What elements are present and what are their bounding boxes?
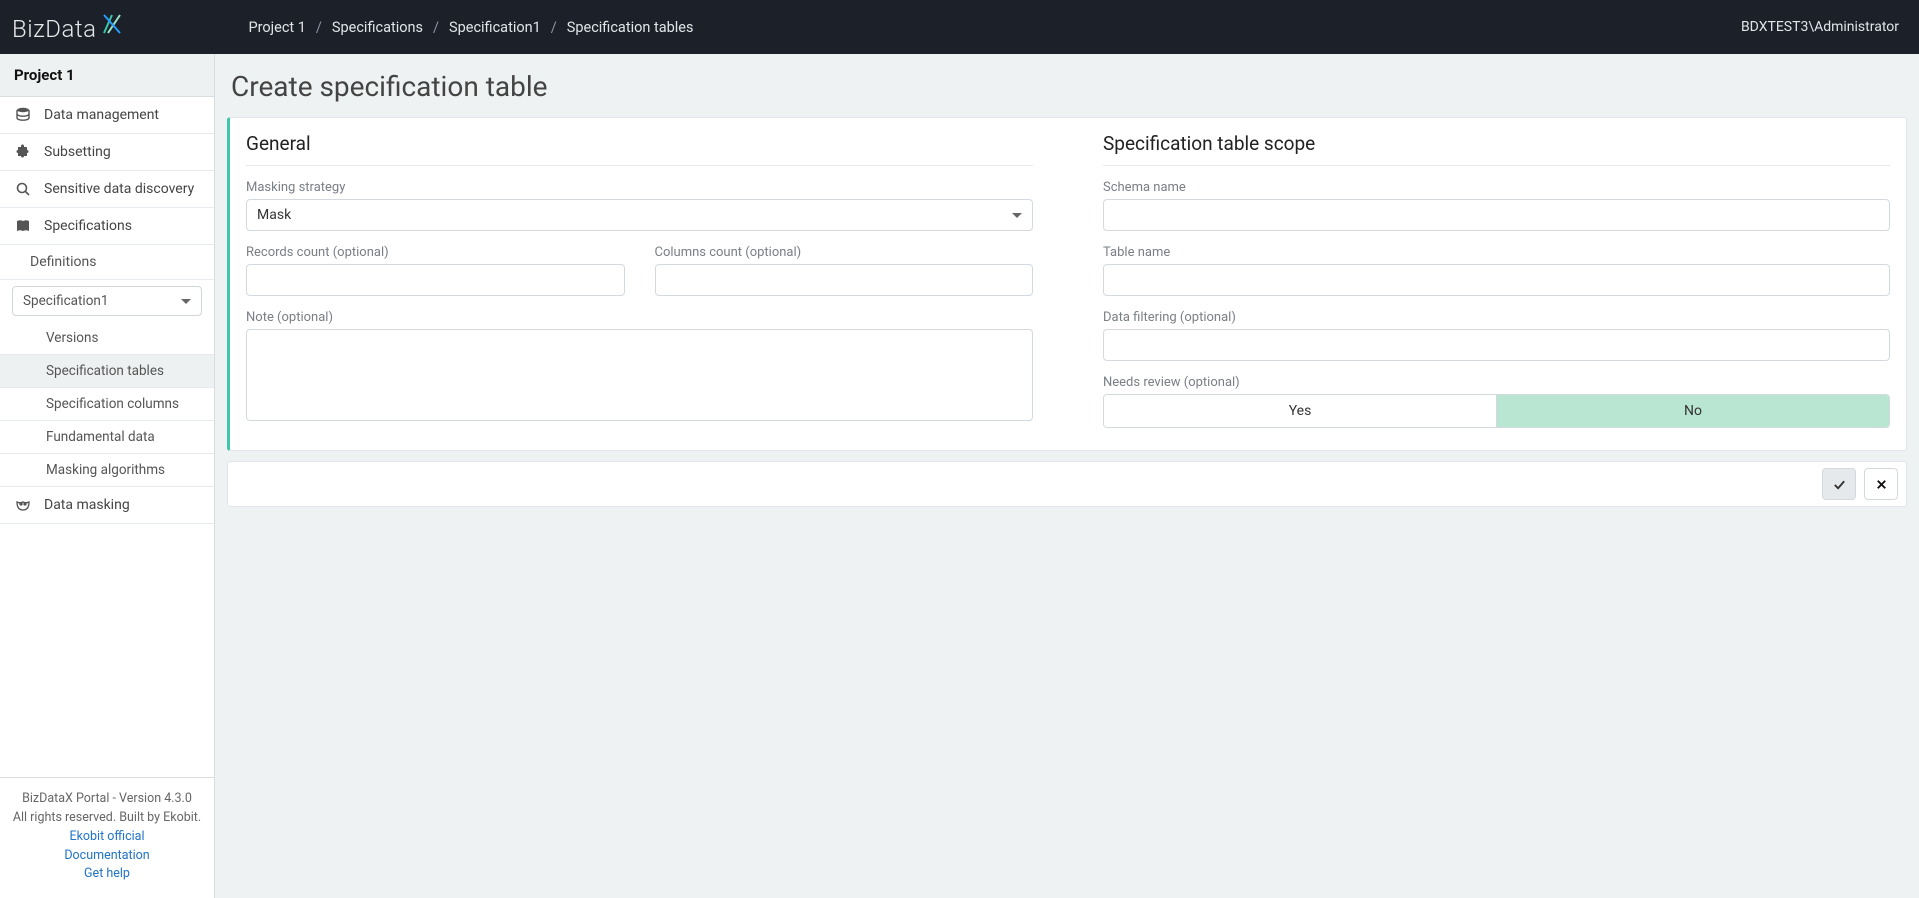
- section-general: General Masking strategy Mask Records co…: [246, 132, 1033, 428]
- data-filtering-input[interactable]: [1103, 329, 1890, 361]
- specification-select-value: Specification1: [23, 293, 108, 309]
- nav-sub-definitions[interactable]: Definitions: [0, 245, 214, 280]
- data-filtering-label: Data filtering (optional): [1103, 310, 1890, 325]
- nav-label: Specifications: [44, 218, 132, 234]
- masking-strategy-select[interactable]: Mask: [246, 199, 1033, 231]
- mask-icon: [14, 497, 32, 513]
- chevron-down-icon: [181, 299, 191, 304]
- form-panel: General Masking strategy Mask Records co…: [227, 117, 1907, 451]
- needs-review-yes[interactable]: Yes: [1104, 395, 1496, 427]
- specification-select[interactable]: Specification1: [12, 286, 202, 316]
- nav-label: Subsetting: [44, 144, 111, 160]
- breadcrumb-sep: /: [551, 19, 557, 36]
- breadcrumb-item-3[interactable]: Specification tables: [567, 19, 694, 36]
- footer-link-official[interactable]: Ekobit official: [10, 828, 204, 847]
- breadcrumb-item-1[interactable]: Specifications: [332, 19, 423, 36]
- nav-item-specifications[interactable]: Specifications: [0, 208, 214, 245]
- nav-sub-specification-tables[interactable]: Specification tables: [0, 355, 214, 388]
- footer-version: BizDataX Portal - Version 4.3.0: [10, 790, 204, 809]
- columns-count-input[interactable]: [655, 264, 1034, 296]
- nav-sub-fundamental-data[interactable]: Fundamental data: [0, 421, 214, 454]
- topbar: BizData Project 1 / Specifications / Spe…: [0, 0, 1919, 54]
- footer-link-documentation[interactable]: Documentation: [10, 847, 204, 866]
- records-count-label: Records count (optional): [246, 245, 625, 260]
- nav-item-subsetting[interactable]: Subsetting: [0, 134, 214, 171]
- nav-item-sensitive-discovery[interactable]: Sensitive data discovery: [0, 171, 214, 208]
- logo[interactable]: BizData: [12, 11, 128, 43]
- chevron-down-icon: [1012, 213, 1022, 218]
- breadcrumb-sep: /: [433, 19, 439, 36]
- book-icon: [14, 218, 32, 234]
- needs-review-toggle: Yes No: [1103, 394, 1890, 428]
- table-name-input[interactable]: [1103, 264, 1890, 296]
- search-icon: [14, 181, 32, 197]
- user-identity[interactable]: BDXTEST3\Administrator: [1741, 19, 1909, 35]
- records-count-input[interactable]: [246, 264, 625, 296]
- nav-item-data-masking[interactable]: Data masking: [0, 487, 214, 524]
- breadcrumb-item-0[interactable]: Project 1: [248, 19, 305, 36]
- breadcrumb-item-2[interactable]: Specification1: [449, 19, 541, 36]
- section-general-heading: General: [246, 132, 1033, 166]
- footer-link-help[interactable]: Get help: [10, 865, 204, 884]
- needs-review-no[interactable]: No: [1496, 395, 1889, 427]
- page-title: Create specification table: [227, 62, 1907, 117]
- table-name-label: Table name: [1103, 245, 1890, 260]
- nav-sub-specification-columns[interactable]: Specification columns: [0, 388, 214, 421]
- masking-strategy-label: Masking strategy: [246, 180, 1033, 195]
- columns-count-label: Columns count (optional): [655, 245, 1034, 260]
- nav-item-data-management[interactable]: Data management: [0, 97, 214, 134]
- footer-rights: All rights reserved. Built by Ekobit.: [10, 809, 204, 828]
- main-content: Create specification table General Maski…: [215, 54, 1919, 898]
- database-icon: [14, 107, 32, 123]
- confirm-button[interactable]: [1822, 468, 1856, 500]
- nav-sub-versions[interactable]: Versions: [0, 322, 214, 355]
- schema-name-input[interactable]: [1103, 199, 1890, 231]
- schema-name-label: Schema name: [1103, 180, 1890, 195]
- breadcrumb-sep: /: [316, 19, 322, 36]
- check-icon: [1832, 477, 1847, 492]
- section-scope-heading: Specification table scope: [1103, 132, 1890, 166]
- nav-label: Data masking: [44, 497, 130, 513]
- nav-label: Sensitive data discovery: [44, 181, 194, 197]
- puzzle-icon: [14, 144, 32, 160]
- close-icon: [1874, 477, 1889, 492]
- cancel-button[interactable]: [1864, 468, 1898, 500]
- sidebar: Project 1 Data management Subsetting Sen…: [0, 54, 215, 898]
- needs-review-label: Needs review (optional): [1103, 375, 1890, 390]
- section-scope: Specification table scope Schema name Ta…: [1103, 132, 1890, 428]
- sidebar-project-name[interactable]: Project 1: [0, 54, 214, 97]
- nav-label: Data management: [44, 107, 159, 123]
- logo-graphic-icon: [98, 11, 128, 37]
- logo-text: BizData: [12, 15, 96, 43]
- action-bar: [227, 461, 1907, 507]
- breadcrumb: Project 1 / Specifications / Specificati…: [248, 19, 1740, 36]
- note-textarea[interactable]: [246, 329, 1033, 421]
- sidebar-footer: BizDataX Portal - Version 4.3.0 All righ…: [0, 777, 214, 898]
- nav-sub-masking-algorithms[interactable]: Masking algorithms: [0, 454, 214, 487]
- note-label: Note (optional): [246, 310, 1033, 325]
- masking-strategy-value: Mask: [257, 207, 291, 223]
